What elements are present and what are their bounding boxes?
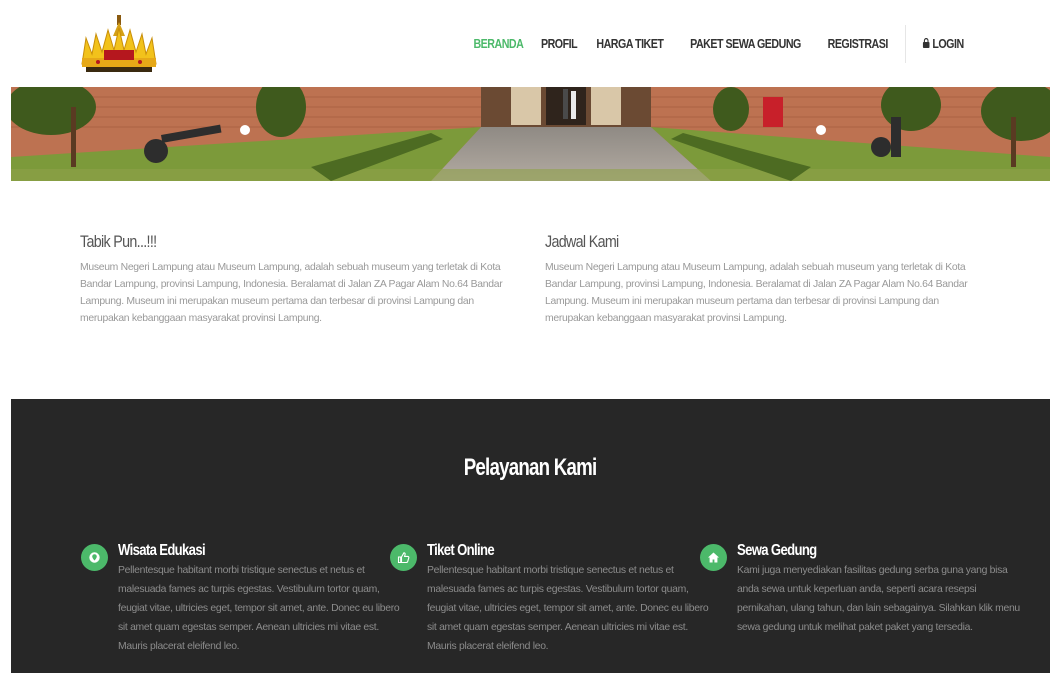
nav-login[interactable]: LOGIN [922, 36, 964, 51]
service-text: Pellentesque habitant morbi tristique se… [118, 565, 400, 652]
nav-registrasi[interactable]: REGISTRASI [828, 36, 889, 51]
services-section: Pelayanan Kami Wisata Edukasi Pellentesq… [11, 399, 1050, 673]
login-label: LOGIN [932, 36, 964, 51]
service-wisata-edukasi: Wisata Edukasi Pellentesque habitant mor… [81, 542, 408, 656]
nav-divider [904, 24, 906, 63]
lock-icon [922, 36, 930, 51]
services-title-text: Pelayanan Kami [464, 454, 597, 481]
services-title: Pelayanan Kami [11, 454, 1050, 482]
main-nav: BERANDA PROFIL HARGA TIKET PAKET SEWA GE… [464, 0, 972, 87]
nav-beranda[interactable]: BERANDA [473, 36, 523, 51]
intro-schedule-text: Museum Negeri Lampung atau Museum Lampun… [545, 262, 968, 324]
intro-welcome-text: Museum Negeri Lampung atau Museum Lampun… [80, 262, 503, 324]
service-title: Sewa Gedung [737, 542, 817, 559]
home-icon [700, 544, 727, 571]
thumbs-up-icon [390, 544, 417, 571]
service-title: Tiket Online [427, 542, 495, 559]
intro-welcome: Tabik Pun...!!! Museum Negeri Lampung at… [80, 232, 520, 327]
intro-schedule-title: Jadwal Kami [545, 232, 619, 251]
service-text: Kami juga menyediakan fasilitas gedung s… [737, 565, 1020, 633]
hero-banner-image [11, 87, 1050, 181]
intro-welcome-title: Tabik Pun...!!! [80, 232, 157, 251]
site-header: BERANDA PROFIL HARGA TIKET PAKET SEWA GE… [0, 0, 1050, 87]
service-tiket-online: Tiket Online Pellentesque habitant morbi… [390, 542, 717, 656]
service-title: Wisata Edukasi [118, 542, 206, 559]
nav-paket-sewa-gedung[interactable]: PAKET SEWA GEDUNG [691, 36, 802, 51]
service-sewa-gedung: Sewa Gedung Kami juga menyediakan fasili… [700, 542, 1027, 637]
location-pin-icon [81, 544, 108, 571]
intro-schedule: Jadwal Kami Museum Negeri Lampung atau M… [545, 232, 985, 327]
siger-crown-logo[interactable] [78, 14, 160, 74]
service-text: Pellentesque habitant morbi tristique se… [427, 565, 709, 652]
nav-profil[interactable]: PROFIL [541, 36, 578, 51]
nav-harga-tiket[interactable]: HARGA TIKET [596, 36, 664, 51]
